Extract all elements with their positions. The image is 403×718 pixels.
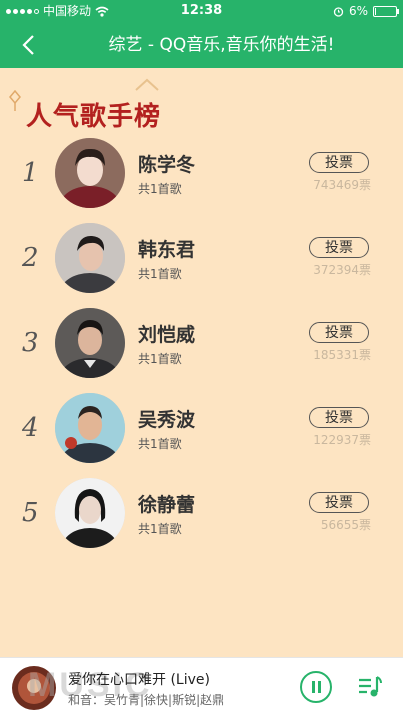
- vote-button[interactable]: 投票: [309, 237, 369, 258]
- singer-row: 4 吴秀波 共1首歌 投票 122937票: [0, 393, 403, 478]
- singer-name: 徐静蕾: [138, 494, 196, 516]
- rank-number: 2: [22, 243, 39, 273]
- caret-decoration-icon: [135, 78, 159, 91]
- back-button[interactable]: [14, 30, 42, 60]
- singer-name: 韩东君: [138, 239, 196, 261]
- singer-photo: [55, 223, 125, 293]
- vote-count: 185331票: [313, 348, 371, 362]
- rank-number: 1: [22, 158, 39, 188]
- now-playing-title: 爱你在心口难开 (Live): [68, 672, 210, 688]
- status-right: 6%: [333, 0, 399, 22]
- vote-button[interactable]: 投票: [309, 407, 369, 428]
- song-count: 共1首歌: [138, 182, 182, 196]
- vote-count: 122937票: [313, 433, 371, 447]
- playlist-button[interactable]: [356, 673, 384, 701]
- battery-icon: [373, 5, 399, 17]
- singer-photo: [55, 138, 125, 208]
- singer-row: 1 陈学冬 共1首歌 投票 743469票: [0, 138, 403, 223]
- vote-button[interactable]: 投票: [309, 152, 369, 173]
- singer-row: 3 刘恺威 共1首歌 投票 185331票: [0, 308, 403, 393]
- top-bar: 中国移动 12:38 6% 综艺 - QQ音乐,音乐你的生活!: [0, 0, 403, 68]
- ranking-title: 人气歌手榜: [26, 102, 162, 132]
- singer-photo: [55, 478, 125, 548]
- singer-row: 2 韩东君 共1首歌 投票 372394票: [0, 223, 403, 308]
- singer-avatar[interactable]: [55, 308, 125, 378]
- battery-percent: 6%: [348, 4, 368, 18]
- singer-name: 吴秀波: [138, 409, 196, 431]
- singer-photo: [55, 308, 125, 378]
- singer-row: 5 徐静蕾 共1首歌 投票 56655票: [0, 478, 403, 563]
- vote-button[interactable]: 投票: [309, 322, 369, 343]
- alarm-icon: [333, 6, 344, 17]
- now-playing-artist: 和音：吴竹青|徐快|斯锐|赵鼎: [68, 693, 225, 707]
- vote-count: 56655票: [320, 518, 371, 532]
- mini-player[interactable]: MUSIC 爱你在心口难开 (Live) 和音：吴竹青|徐快|斯锐|赵鼎: [0, 657, 403, 718]
- vote-count: 372394票: [313, 263, 371, 277]
- singer-avatar[interactable]: [55, 478, 125, 548]
- song-count: 共1首歌: [138, 267, 182, 281]
- song-count: 共1首歌: [138, 352, 182, 366]
- nav-bar: 综艺 - QQ音乐,音乐你的生活!: [0, 22, 403, 68]
- rank-number: 4: [22, 413, 39, 443]
- status-bar: 中国移动 12:38 6%: [0, 0, 403, 22]
- vote-count: 743469票: [313, 178, 371, 192]
- singer-avatar[interactable]: [55, 223, 125, 293]
- pause-button[interactable]: [300, 671, 332, 703]
- song-count: 共1首歌: [138, 522, 182, 536]
- song-count: 共1首歌: [138, 437, 182, 451]
- chevron-left-icon: [22, 35, 34, 55]
- rank-number: 3: [22, 328, 39, 358]
- page-title: 综艺 - QQ音乐,音乐你的生活!: [108, 35, 335, 55]
- singer-avatar[interactable]: [55, 138, 125, 208]
- vote-button[interactable]: 投票: [309, 492, 369, 513]
- singer-avatar[interactable]: [55, 393, 125, 463]
- singer-name: 陈学冬: [138, 154, 196, 176]
- playlist-icon: [359, 676, 382, 697]
- singer-photo: [55, 393, 125, 463]
- battery-level: [375, 7, 376, 15]
- diamond-decoration-icon: [9, 90, 21, 111]
- rank-number: 5: [22, 498, 39, 528]
- singer-name: 刘恺威: [138, 324, 196, 346]
